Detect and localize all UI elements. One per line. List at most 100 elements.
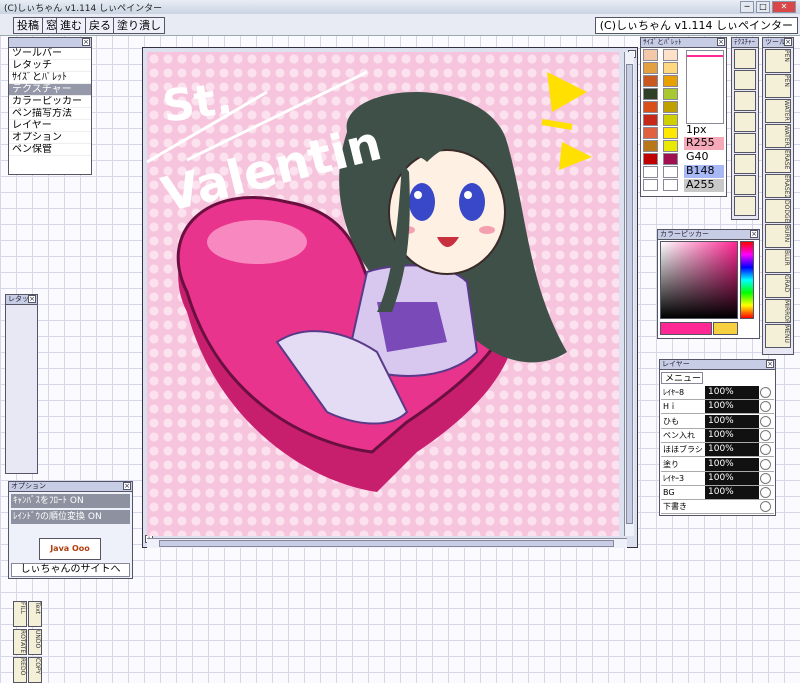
layer-visibility-toggle[interactable] xyxy=(760,444,771,456)
color-swatch[interactable] xyxy=(643,88,658,100)
window-menu-item[interactable]: テクスチャー xyxy=(9,84,91,96)
tool-button[interactable]: PEN xyxy=(765,49,791,73)
color-swatch[interactable] xyxy=(643,127,658,139)
layer-opacity[interactable]: 100% xyxy=(705,457,759,471)
color-swatch[interactable] xyxy=(663,166,678,178)
color-swatch[interactable] xyxy=(643,62,658,74)
window-menu-item[interactable]: ツールバー xyxy=(9,48,91,60)
tool-button[interactable]: MIRROR xyxy=(765,299,791,323)
window-menu-item[interactable]: オプション xyxy=(9,132,91,144)
color-swatch[interactable] xyxy=(643,101,658,113)
retouch-panel-header[interactable]: レタッチ × xyxy=(6,295,37,305)
layer-opacity[interactable]: 100% xyxy=(705,443,759,457)
texture-button[interactable] xyxy=(734,133,756,153)
tool-button[interactable]: DODGE xyxy=(765,199,791,223)
layer-row[interactable]: ほほブラシ 100% xyxy=(661,443,774,458)
color-swatch[interactable] xyxy=(663,127,678,139)
color-swatch[interactable] xyxy=(663,140,678,152)
window-menu-item[interactable]: カラーピッカー xyxy=(9,96,91,108)
layer-visibility-toggle[interactable] xyxy=(760,458,771,470)
color-picker-header[interactable]: カラーピッカー × xyxy=(658,230,759,240)
close-button[interactable]: ✕ xyxy=(772,1,796,13)
close-icon[interactable]: × xyxy=(750,230,758,238)
color-swatch[interactable] xyxy=(663,88,678,100)
tool-button[interactable]: ERASE2 xyxy=(765,174,791,198)
layer-opacity[interactable]: 100% xyxy=(705,400,759,414)
texture-button[interactable] xyxy=(734,154,756,174)
close-icon[interactable]: × xyxy=(784,38,792,46)
color-swatch[interactable] xyxy=(663,153,678,165)
texture-button[interactable] xyxy=(734,175,756,195)
layer-opacity[interactable]: 100% xyxy=(705,486,759,500)
vertical-scrollbar[interactable] xyxy=(624,52,634,536)
scroll-thumb[interactable] xyxy=(626,64,633,524)
layer-panel-header[interactable]: レイヤー × xyxy=(660,360,775,370)
retouch-tool-button[interactable]: Text xyxy=(28,601,42,627)
option-layer-order[interactable]: ﾚｲﾝﾄﾞｳの順位変換 ON xyxy=(11,510,130,524)
color-swatch[interactable] xyxy=(643,49,658,61)
layer-opacity[interactable]: 100% xyxy=(705,386,759,399)
layer-row[interactable]: BG 100% xyxy=(661,486,774,501)
scroll-thumb[interactable] xyxy=(159,540,614,547)
color-swatch[interactable] xyxy=(643,166,658,178)
layer-visibility-toggle[interactable] xyxy=(760,387,771,398)
texture-button[interactable] xyxy=(734,70,756,90)
option-panel-header[interactable]: オプション × xyxy=(9,482,132,492)
color-swatch[interactable] xyxy=(643,114,658,126)
layer-visibility-toggle[interactable] xyxy=(760,415,771,427)
fill-button[interactable]: 塗り潰し xyxy=(113,17,165,34)
retouch-tool-button[interactable]: ROTATE xyxy=(13,629,27,655)
window-menu-item[interactable]: ｻｲｽﾞとﾊﾟﾚｯﾄ xyxy=(9,72,91,84)
color-swatch[interactable] xyxy=(643,153,658,165)
layer-row[interactable]: ﾚｲﾔｰ8 100% xyxy=(661,386,774,400)
window-menu-item[interactable]: レタッチ xyxy=(9,60,91,72)
site-link[interactable]: しぃちゃんのサイトへ xyxy=(11,563,130,577)
alpha-value[interactable]: A255 xyxy=(684,179,724,192)
texture-button[interactable] xyxy=(734,49,756,69)
layer-visibility-toggle[interactable] xyxy=(760,472,771,484)
tool-button[interactable]: MENU xyxy=(765,324,791,348)
close-icon[interactable]: × xyxy=(123,482,131,490)
layer-row[interactable]: ﾚｲﾔｰ3 100% xyxy=(661,471,774,486)
layer-row[interactable]: 下書き xyxy=(661,500,774,515)
layer-visibility-toggle[interactable] xyxy=(760,429,771,441)
horizontal-scrollbar[interactable] xyxy=(147,538,627,548)
retouch-tool-button[interactable]: UNDO xyxy=(28,629,42,655)
texture-button[interactable] xyxy=(734,91,756,111)
close-icon[interactable]: × xyxy=(82,38,90,46)
texture-button[interactable] xyxy=(734,196,756,216)
retouch-tool-button[interactable]: COPY xyxy=(28,657,42,683)
tool-button[interactable]: ERASE xyxy=(765,149,791,173)
minimize-button[interactable]: ─ xyxy=(740,1,754,13)
layer-row[interactable]: ペン入れ 100% xyxy=(661,428,774,443)
layer-menu-button[interactable]: メニュー xyxy=(661,372,703,384)
texture-panel-header[interactable]: ﾃｸｽﾁｬｰ xyxy=(732,38,758,48)
palette-panel-header[interactable]: ｻｲｽﾞとﾊﾟﾚｯﾄ × xyxy=(641,38,726,48)
tool-panel-header[interactable]: ツール × xyxy=(763,38,793,48)
retouch-tool-button[interactable]: FILL xyxy=(13,601,27,627)
post-button[interactable]: 投稿 xyxy=(13,17,43,34)
texture-button[interactable] xyxy=(734,112,756,132)
tool-button[interactable]: BURN xyxy=(765,224,791,248)
maximize-button[interactable]: □ xyxy=(756,1,770,13)
color-swatch[interactable] xyxy=(663,49,678,61)
saturation-field[interactable] xyxy=(660,241,738,319)
layer-visibility-toggle[interactable] xyxy=(760,487,771,499)
close-icon[interactable]: × xyxy=(717,38,725,46)
color-swatch[interactable] xyxy=(663,114,678,126)
layer-row[interactable]: Hｉ 100% xyxy=(661,400,774,415)
hue-slider[interactable] xyxy=(740,241,754,319)
option-float-canvas[interactable]: ｷｬﾝﾊﾞｽをﾌﾛｰﾄ ON xyxy=(11,494,130,508)
tool-button[interactable]: WATER2 xyxy=(765,124,791,148)
undo-button[interactable]: 戻る xyxy=(85,17,115,34)
color-swatch[interactable] xyxy=(663,62,678,74)
close-icon[interactable]: × xyxy=(766,360,774,368)
tool-button[interactable]: WATER xyxy=(765,99,791,123)
blue-value[interactable]: B148 xyxy=(684,165,724,178)
tool-button[interactable]: GRAD xyxy=(765,274,791,298)
color-swatch[interactable] xyxy=(663,179,678,191)
redo-button[interactable]: 進む xyxy=(56,17,86,34)
green-value[interactable]: G40 xyxy=(684,151,724,164)
layer-row[interactable]: 塗り 100% xyxy=(661,457,774,472)
window-menu-item[interactable]: ペン描写方法 xyxy=(9,108,91,120)
